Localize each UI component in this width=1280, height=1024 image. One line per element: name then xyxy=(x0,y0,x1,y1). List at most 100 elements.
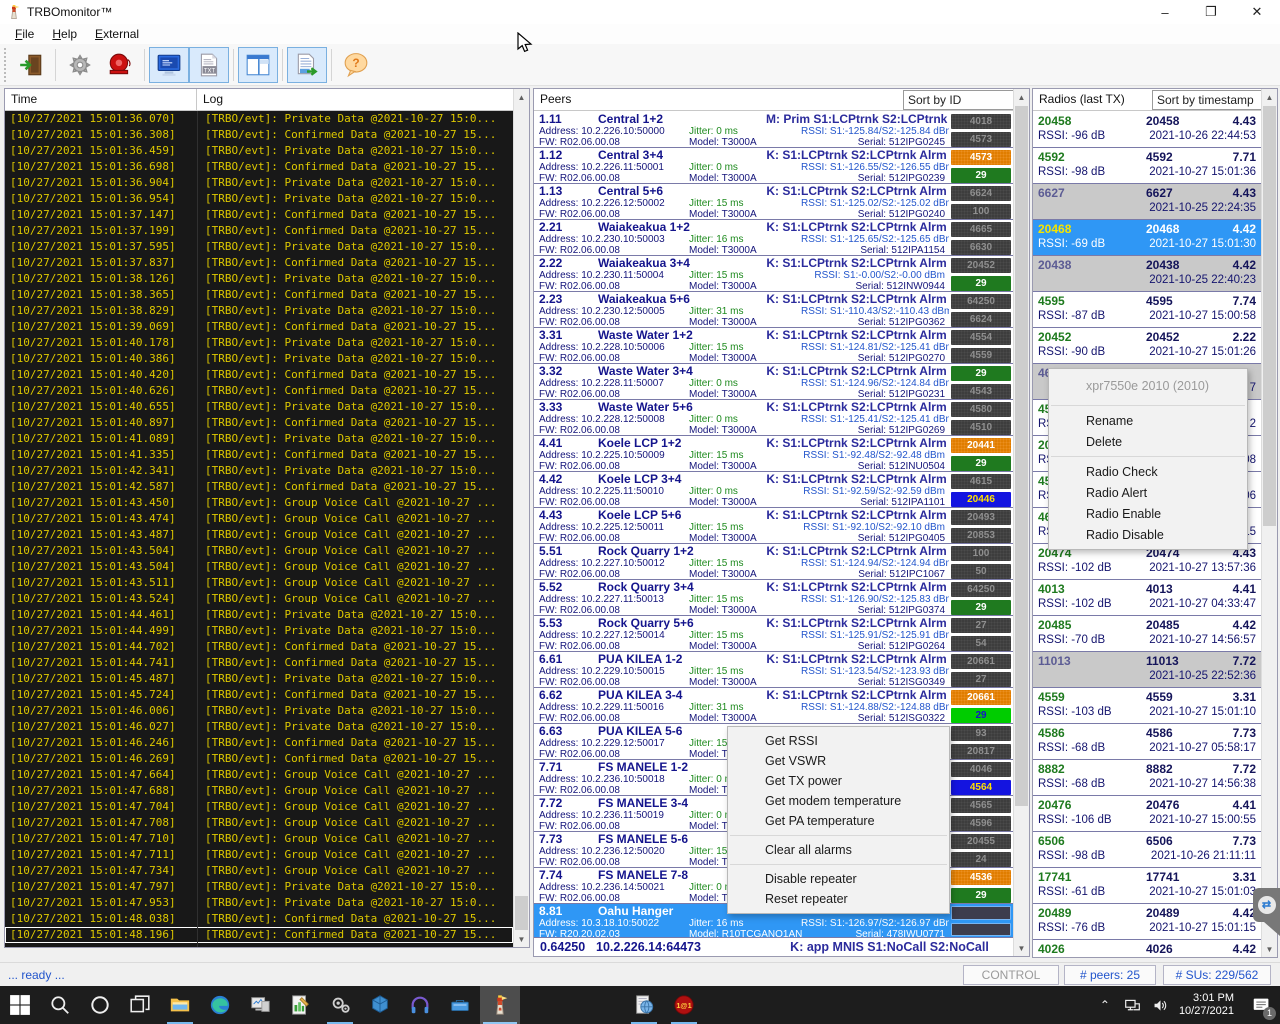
log-row[interactable]: [10/27/2021 15:01:40.386][TRBO/evt]: Pri… xyxy=(5,351,513,367)
close-button[interactable]: ✕ xyxy=(1234,0,1280,24)
log-row[interactable]: [10/27/2021 15:01:36.070][TRBO/evt]: Pri… xyxy=(5,111,513,127)
log-scroll-thumb[interactable] xyxy=(515,896,528,930)
monitor-view-button[interactable] xyxy=(149,47,189,83)
tray-chevron-up-icon[interactable]: ⌃ xyxy=(1091,998,1119,1012)
menu-item-radio-check[interactable]: Radio Check xyxy=(1049,461,1247,482)
log-row[interactable]: [10/27/2021 15:01:37.595][TRBO/evt]: Pri… xyxy=(5,239,513,255)
log-row[interactable]: [10/27/2021 15:01:47.710][TRBO/evt]: Gro… xyxy=(5,831,513,847)
settings-button[interactable] xyxy=(60,47,100,83)
log-row[interactable]: [10/27/2021 15:01:48.038][TRBO/evt]: Con… xyxy=(5,911,513,927)
peer-row[interactable]: 5.51Rock Quarry 1+2K: S1:LCPtrnk S2:LCPt… xyxy=(534,544,1013,580)
log-row[interactable]: [10/27/2021 15:01:40.420][TRBO/evt]: Con… xyxy=(5,367,513,383)
log-row[interactable]: [10/27/2021 15:01:40.897][TRBO/evt]: Con… xyxy=(5,415,513,431)
search-button[interactable] xyxy=(40,986,80,1024)
log-row[interactable]: [10/27/2021 15:01:44.702][TRBO/evt]: Con… xyxy=(5,639,513,655)
menu-item-get-tx-power[interactable]: Get TX power xyxy=(728,771,949,791)
log-row[interactable]: [10/27/2021 15:01:36.308][TRBO/evt]: Con… xyxy=(5,127,513,143)
log-row[interactable]: [10/27/2021 15:01:42.587][TRBO/evt]: Con… xyxy=(5,479,513,495)
network-icon[interactable] xyxy=(1119,997,1147,1014)
peer-row[interactable]: 4.43Koele LCP 5+6K: S1:LCPtrnk S2:LCPtrn… xyxy=(534,508,1013,544)
peer-row[interactable]: 3.33Waste Water 5+6K: S1:LCPtrnk S2:LCPt… xyxy=(534,400,1013,436)
log-row[interactable]: [10/27/2021 15:01:45.487][TRBO/evt]: Pri… xyxy=(5,671,513,687)
log-row[interactable]: [10/27/2021 15:01:36.904][TRBO/evt]: Pri… xyxy=(5,175,513,191)
peers-sort-dropdown[interactable]: Sort by ID ⌄ xyxy=(903,90,1028,110)
taskbar-clock[interactable]: 3:01 PM 10/27/2021 xyxy=(1179,992,1234,1018)
scroll-up-icon[interactable]: ▲ xyxy=(1014,89,1029,105)
radio-row[interactable]: 888288827.72RSSI: -68 dB2021-10-27 14:56… xyxy=(1033,760,1261,796)
log-row[interactable]: [10/27/2021 15:01:36.459][TRBO/evt]: Pri… xyxy=(5,143,513,159)
radio-row[interactable]: 20489204894.42RSSI: -76 dB2021-10-27 15:… xyxy=(1033,904,1261,940)
log-row[interactable]: [10/27/2021 15:01:47.953][TRBO/evt]: Pri… xyxy=(5,895,513,911)
task-view-button[interactable] xyxy=(120,986,160,1024)
help-button[interactable]: ? xyxy=(336,47,376,83)
log-row[interactable]: [10/27/2021 15:01:41.089][TRBO/evt]: Pri… xyxy=(5,431,513,447)
radio-row[interactable]: 20468204684.42RSSI: -69 dB2021-10-27 15:… xyxy=(1033,220,1261,256)
peer-row[interactable]: 1.11Central 1+2M: Prim S1:LCPtrnk S2:LCP… xyxy=(534,112,1013,148)
log-row[interactable]: [10/27/2021 15:01:43.524][TRBO/evt]: Gro… xyxy=(5,591,513,607)
radio-row[interactable]: 650665067.73RSSI: -98 dB2021-10-26 21:11… xyxy=(1033,832,1261,868)
scroll-up-icon[interactable]: ▲ xyxy=(514,89,529,105)
log-row[interactable]: [10/27/2021 15:01:43.450][TRBO/evt]: Gro… xyxy=(5,495,513,511)
log-row[interactable]: [10/27/2021 15:01:43.474][TRBO/evt]: Gro… xyxy=(5,511,513,527)
peer-row[interactable]: 2.21Waiakeakua 1+2K: S1:LCPtrnk S2:LCPtr… xyxy=(534,220,1013,256)
scroll-down-icon[interactable]: ▼ xyxy=(514,931,529,947)
log-row[interactable]: [10/27/2021 15:01:47.734][TRBO/evt]: Gro… xyxy=(5,863,513,879)
peer-row[interactable]: 2.22Waiakeakua 3+4K: S1:LCPtrnk S2:LCPtr… xyxy=(534,256,1013,292)
menu-item-disable-repeater[interactable]: Disable repeater xyxy=(728,869,949,889)
scroll-up-icon[interactable]: ▲ xyxy=(1262,89,1277,105)
radio-row[interactable]: 402640264.42 xyxy=(1033,940,1261,957)
log-row[interactable]: [10/27/2021 15:01:43.511][TRBO/evt]: Gro… xyxy=(5,575,513,591)
radios-sort-dropdown[interactable]: Sort by timestamp ⌄ xyxy=(1152,90,1276,110)
start-button[interactable] xyxy=(0,986,40,1024)
log-column-time[interactable]: Time xyxy=(5,89,197,110)
radio-row[interactable]: 20485204854.42RSSI: -70 dB2021-10-27 14:… xyxy=(1033,616,1261,652)
log-row[interactable]: [10/27/2021 15:01:46.006][TRBO/evt]: Pri… xyxy=(5,703,513,719)
log-row[interactable]: [10/27/2021 15:01:37.199][TRBO/evt]: Con… xyxy=(5,223,513,239)
radio-row[interactable]: 17741177413.31RSSI: -61 dB2021-10-27 15:… xyxy=(1033,868,1261,904)
scroll-down-icon[interactable]: ▼ xyxy=(1262,941,1277,957)
peer-row[interactable]: 2.23Waiakeakua 5+6K: S1:LCPtrnk S2:LCPtr… xyxy=(534,292,1013,328)
log-row[interactable]: [10/27/2021 15:01:46.269][TRBO/evt]: Con… xyxy=(5,751,513,767)
log-row[interactable]: [10/27/2021 15:01:46.246][TRBO/evt]: Con… xyxy=(5,735,513,751)
radio-row[interactable]: 455945593.31RSSI: -103 dB2021-10-27 15:0… xyxy=(1033,688,1261,724)
log-row[interactable]: [10/27/2021 15:01:44.499][TRBO/evt]: Pri… xyxy=(5,623,513,639)
log-row[interactable]: [10/27/2021 15:01:47.664][TRBO/evt]: Gro… xyxy=(5,767,513,783)
cube-app-button[interactable] xyxy=(360,986,400,1024)
log-row[interactable]: [10/27/2021 15:01:46.027][TRBO/evt]: Pri… xyxy=(5,719,513,735)
log-row[interactable]: [10/27/2021 15:01:38.365][TRBO/evt]: Con… xyxy=(5,287,513,303)
peer-row[interactable]: 6.61PUA KILEA 1-2K: S1:LCPtrnk S2:LCPtrn… xyxy=(534,652,1013,688)
menu-item-get-rssi[interactable]: Get RSSI xyxy=(728,731,949,751)
radio-row[interactable]: 20476204764.41RSSI: -106 dB2021-10-27 15… xyxy=(1033,796,1261,832)
restore-button[interactable]: ❐ xyxy=(1188,0,1234,24)
toolbar-drag-handle[interactable] xyxy=(3,48,8,82)
radio-row[interactable]: 662766274.432021-10-25 22:24:35 xyxy=(1033,184,1261,220)
menu-external[interactable]: External xyxy=(86,25,148,43)
menu-file[interactable]: File xyxy=(6,25,43,43)
log-row[interactable]: [10/27/2021 15:01:43.504][TRBO/evt]: Gro… xyxy=(5,559,513,575)
export-button[interactable] xyxy=(287,47,327,83)
menu-item-radio-alert[interactable]: Radio Alert xyxy=(1049,482,1247,503)
log-row[interactable]: [10/27/2021 15:01:36.698][TRBO/evt]: Con… xyxy=(5,159,513,175)
split-panels-button[interactable] xyxy=(238,47,278,83)
peer-row[interactable]: 5.52Rock Quarry 3+4K: S1:LCPtrnk S2:LCPt… xyxy=(534,580,1013,616)
log-row[interactable]: [10/27/2021 15:01:43.487][TRBO/evt]: Gro… xyxy=(5,527,513,543)
peer-row[interactable]: 4.41Koele LCP 1+2K: S1:LCPtrnk S2:LCPtrn… xyxy=(534,436,1013,472)
radios-scrollbar[interactable]: ▲ ▼ xyxy=(1261,89,1277,957)
log-row[interactable]: [10/27/2021 15:01:38.829][TRBO/evt]: Pri… xyxy=(5,303,513,319)
menu-item-clear-all-alarms[interactable]: Clear all alarms xyxy=(728,840,949,860)
menu-item-get-vswr[interactable]: Get VSWR xyxy=(728,751,949,771)
peer-row[interactable]: 1.12Central 3+4K: S1:LCPtrnk S2:LCPtrnk … xyxy=(534,148,1013,184)
menu-item-reset-repeater[interactable]: Reset repeater xyxy=(728,889,949,909)
remote-session-handle[interactable]: ⇄ xyxy=(1253,888,1280,938)
log-scrollbar[interactable]: ▲ ▼ xyxy=(513,89,529,947)
log-row[interactable]: [10/27/2021 15:01:47.797][TRBO/evt]: Pri… xyxy=(5,879,513,895)
trbomonitor-button[interactable] xyxy=(480,986,520,1024)
log-row[interactable]: [10/27/2021 15:01:45.724][TRBO/evt]: Con… xyxy=(5,687,513,703)
log-row[interactable]: [10/27/2021 15:01:40.655][TRBO/evt]: Pri… xyxy=(5,399,513,415)
peer-row[interactable]: 1.13Central 5+6K: S1:LCPtrnk S2:LCPtrnk … xyxy=(534,184,1013,220)
peer-row[interactable]: 3.31Waste Water 1+2K: S1:LCPtrnk S2:LCPt… xyxy=(534,328,1013,364)
menu-item-delete[interactable]: Delete xyxy=(1049,431,1247,452)
log-row[interactable]: [10/27/2021 15:01:40.178][TRBO/evt]: Pri… xyxy=(5,335,513,351)
edge-button[interactable] xyxy=(200,986,240,1024)
menu-item-rename[interactable]: Rename xyxy=(1049,410,1247,431)
